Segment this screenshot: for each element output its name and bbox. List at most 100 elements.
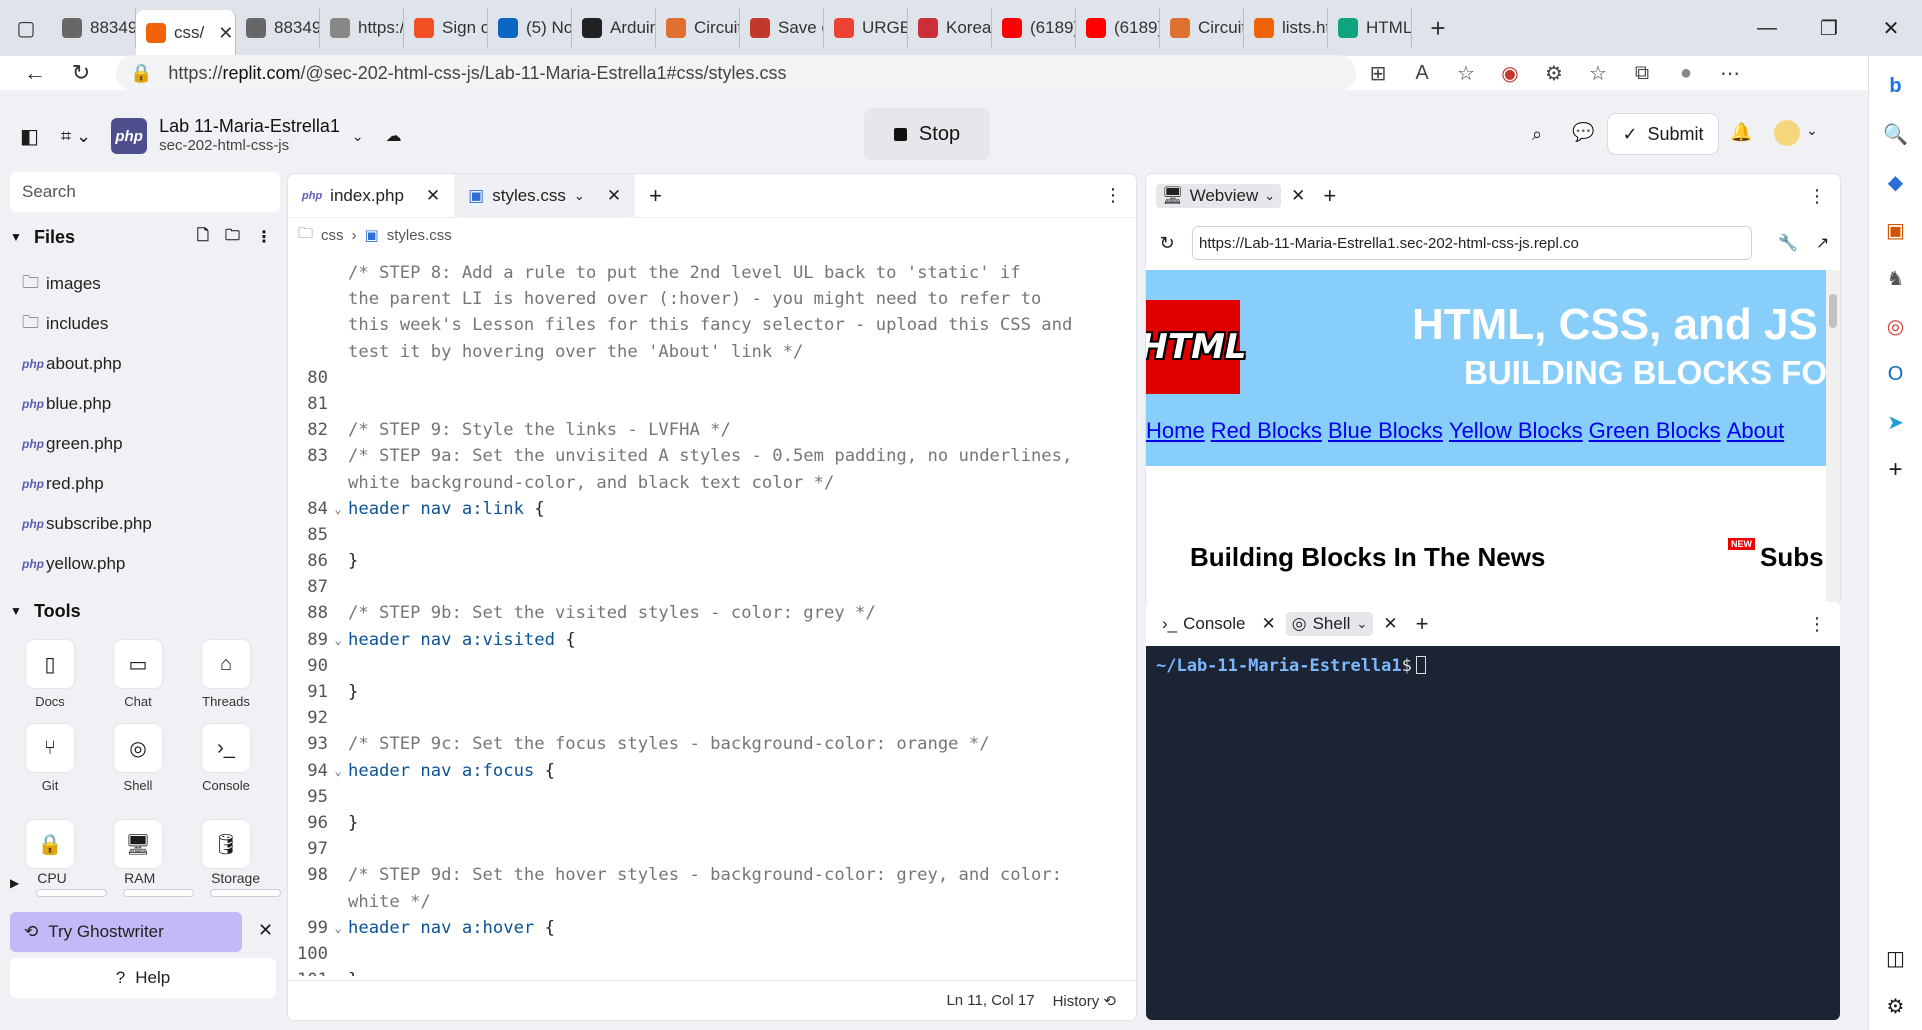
- tab-styles-css[interactable]: ▣ styles.css ⌄ ✕: [454, 173, 636, 218]
- help-button[interactable]: ? Help: [10, 958, 276, 998]
- close-ghostwriter-icon[interactable]: ✕: [258, 920, 273, 941]
- files-section-header[interactable]: ▼ Files 🗋 🗀 ⋮: [10, 216, 280, 258]
- new-tab-icon[interactable]: +: [1323, 183, 1336, 209]
- site-nav-link[interactable]: Blue Blocks: [1328, 418, 1443, 443]
- subscribe-select[interactable]: Subs ▾: [1760, 542, 1826, 584]
- browser-tab[interactable]: 88349058: [236, 8, 320, 48]
- submit-button[interactable]: ✓ Submit: [1608, 114, 1718, 154]
- more-options-icon[interactable]: ⋮: [1808, 614, 1826, 635]
- more-options-icon[interactable]: ⋮: [256, 227, 272, 247]
- webview-url-input[interactable]: https://Lab-11-Maria-Estrella1.sec-202-h…: [1192, 226, 1752, 260]
- terminal[interactable]: ~/Lab-11-Maria-Estrella1$: [1146, 646, 1840, 1020]
- browser-tab[interactable]: Sign out: [404, 8, 488, 48]
- new-tab-icon[interactable]: +: [649, 183, 662, 209]
- cursor-position[interactable]: Ln 11, Col 17: [946, 992, 1034, 1009]
- chevron-down-icon[interactable]: ⌄: [352, 128, 364, 145]
- tab-console[interactable]: ›_ Console: [1156, 612, 1252, 636]
- close-icon[interactable]: ✕: [607, 186, 621, 206]
- tools-icon[interactable]: ▣: [1878, 212, 1914, 248]
- office-icon[interactable]: ◎: [1878, 308, 1914, 344]
- more-options-icon[interactable]: ⋮: [1104, 185, 1122, 206]
- scroll-thumb[interactable]: [1829, 294, 1837, 328]
- file-item[interactable]: php about.php: [10, 344, 280, 384]
- tool-threads[interactable]: ⌂ Threads: [186, 640, 266, 720]
- settings-icon[interactable]: ⚙: [1878, 988, 1914, 1024]
- chevron-down-icon[interactable]: ⌄: [574, 188, 585, 204]
- browser-tab[interactable]: https://: [320, 8, 404, 48]
- try-ghostwriter-button[interactable]: ⟲ Try Ghostwriter: [10, 912, 242, 952]
- browser-tab[interactable]: (6189) C: [992, 8, 1076, 48]
- browser-tab[interactable]: Korean: [908, 8, 992, 48]
- reload-icon[interactable]: ↻: [58, 60, 104, 86]
- browser-tab[interactable]: HTML e: [1328, 8, 1412, 48]
- site-nav-link[interactable]: Red Blocks: [1211, 418, 1322, 443]
- new-tab-icon[interactable]: +: [1416, 611, 1429, 637]
- close-icon[interactable]: ✕: [1383, 614, 1397, 634]
- telegram-icon[interactable]: ➤: [1878, 404, 1914, 440]
- add-favorite-icon[interactable]: ☆: [1444, 61, 1488, 86]
- file-item[interactable]: php yellow.php: [10, 544, 280, 584]
- tab-webview[interactable]: 🖥 Webview ⌄: [1156, 184, 1282, 208]
- open-new-window-icon[interactable]: ↗: [1816, 233, 1829, 253]
- vertical-scrollbar[interactable]: [1826, 270, 1840, 604]
- browser-tab[interactable]: Arduino: [572, 8, 656, 48]
- fold-chevron-icon[interactable]: ⌄: [328, 496, 348, 522]
- close-icon[interactable]: ✕: [426, 186, 440, 206]
- database-icon[interactable]: 🛢: [202, 820, 250, 868]
- devtools-icon[interactable]: 🔧: [1778, 233, 1798, 253]
- fold-chevron-icon[interactable]: ⌄: [328, 627, 348, 653]
- history-button[interactable]: History ⟲: [1053, 992, 1116, 1010]
- fold-chevron-icon[interactable]: ⌄: [328, 915, 348, 941]
- app-available-icon[interactable]: ⊞: [1356, 61, 1400, 86]
- avatar[interactable]: [1774, 120, 1800, 146]
- breadcrumb-file[interactable]: styles.css: [387, 227, 452, 244]
- browser-tab[interactable]: Save on: [740, 8, 824, 48]
- search-icon[interactable]: ⌕: [1532, 124, 1542, 145]
- browser-tab[interactable]: 88349058: [52, 8, 136, 48]
- folder-item[interactable]: 🗀 images: [10, 264, 280, 304]
- close-icon[interactable]: ✕: [1291, 186, 1305, 206]
- tool-shell[interactable]: ◎ Shell: [98, 724, 178, 804]
- file-item[interactable]: php blue.php: [10, 384, 280, 424]
- tab-shell[interactable]: ◎ Shell ⌄: [1285, 612, 1374, 636]
- file-item[interactable]: php red.php: [10, 464, 280, 504]
- stop-button[interactable]: Stop: [864, 108, 990, 160]
- tool-chat[interactable]: ▭ Chat: [98, 640, 178, 720]
- address-bar[interactable]: 🔒 https://replit.com/@sec-202-html-css-j…: [116, 55, 1356, 91]
- browser-tab[interactable]: css/ ✕: [136, 10, 236, 56]
- browser-tab[interactable]: URGENT: [824, 8, 908, 48]
- folder-item[interactable]: 🗀 includes: [10, 304, 280, 344]
- breadcrumb-folder[interactable]: css: [321, 227, 344, 244]
- browser-tab[interactable]: Circuit d: [656, 8, 740, 48]
- read-aloud-icon[interactable]: A: [1400, 62, 1444, 85]
- bell-icon[interactable]: 🔔: [1730, 122, 1752, 143]
- tools-section-header[interactable]: ▼ Tools: [10, 590, 270, 632]
- toggle-sidebar-icon[interactable]: ◧: [20, 124, 39, 149]
- browser-tab[interactable]: (6189) B: [1076, 8, 1160, 48]
- close-icon[interactable]: ✕: [1262, 614, 1276, 634]
- resource-usage[interactable]: ▶ CPU RAM Storage: [10, 870, 280, 896]
- tab-index-php[interactable]: php index.php ✕: [288, 174, 454, 218]
- search-icon[interactable]: 🔍: [1878, 116, 1914, 152]
- search-input[interactable]: Search: [10, 172, 280, 212]
- extensions-icon[interactable]: ⚙: [1532, 61, 1576, 86]
- reload-icon[interactable]: ↻: [1152, 233, 1182, 254]
- minimize-icon[interactable]: —: [1736, 17, 1798, 40]
- split-screen-icon[interactable]: ◫: [1878, 940, 1914, 976]
- browser-tab[interactable]: lists.htm: [1244, 8, 1328, 48]
- code-area[interactable]: /* STEP 8: Add a rule to put the 2nd lev…: [288, 260, 1136, 976]
- menu-icon[interactable]: ⌗ ⌄: [61, 126, 91, 147]
- close-window-icon[interactable]: ✕: [1860, 16, 1922, 41]
- restore-icon[interactable]: ❐: [1798, 16, 1860, 41]
- site-nav-link[interactable]: Green Blocks: [1589, 418, 1721, 443]
- site-nav-link[interactable]: Home: [1146, 418, 1205, 443]
- extension-color-icon[interactable]: ◉: [1488, 61, 1532, 86]
- site-nav-link[interactable]: About: [1727, 418, 1785, 443]
- tool-console[interactable]: ›_ Console: [186, 724, 266, 804]
- fold-chevron-icon[interactable]: ⌄: [328, 758, 348, 784]
- add-sidebar-icon[interactable]: +: [1878, 452, 1914, 488]
- shopping-icon[interactable]: ◆: [1878, 164, 1914, 200]
- favorites-icon[interactable]: ☆: [1576, 61, 1620, 86]
- lock-icon[interactable]: 🔒: [26, 820, 74, 868]
- monitor-icon[interactable]: 🖥: [114, 820, 162, 868]
